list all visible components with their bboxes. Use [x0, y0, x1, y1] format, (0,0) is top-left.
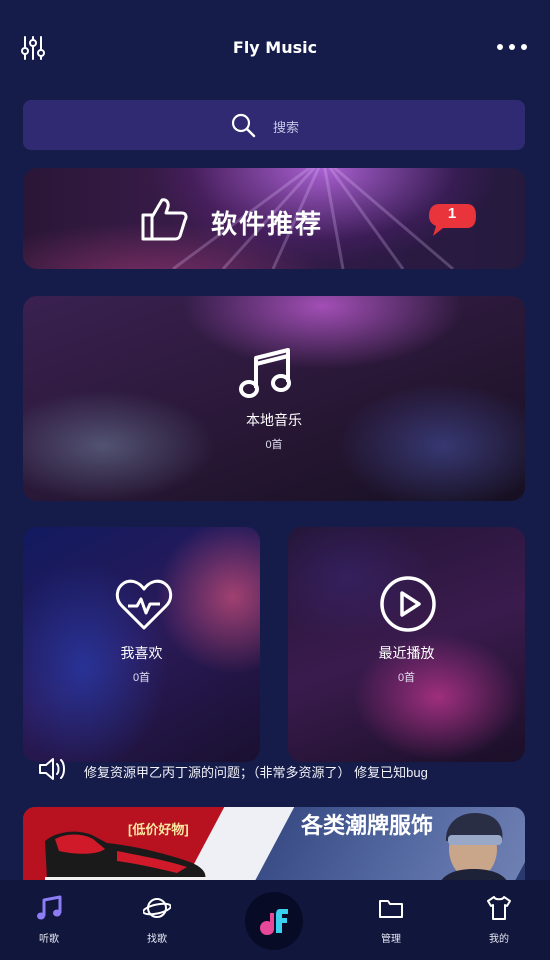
notice-marquee[interactable]: 修复资源甲乙丙丁源的问题；（非常多资源了） 修复已知bug: [0, 752, 550, 786]
heart-pulse-icon: [115, 579, 173, 630]
notice-text: 修复资源甲乙丙丁源的问题；（非常多资源了） 修复已知bug: [84, 765, 428, 780]
planet-icon: [143, 898, 171, 918]
tshirt-icon: [487, 896, 511, 920]
top-bar: Fly Music: [0, 0, 550, 96]
app-title: Fly Music: [232, 38, 318, 57]
ad-banner[interactable]: [低价好物] 各类潮牌服饰: [23, 807, 525, 887]
tab-manage[interactable]: 管理: [351, 880, 431, 960]
search-icon: [231, 113, 256, 138]
favorite-card[interactable]: 我喜欢 0首: [23, 527, 260, 762]
more-dots-icon[interactable]: [496, 42, 528, 52]
music-note-icon: [37, 895, 62, 920]
tab-find-label: 找歌: [147, 934, 167, 945]
speaker-icon: [39, 758, 65, 780]
software-recommend-banner[interactable]: 软件推荐 1: [23, 168, 525, 269]
tab-listen-label: 听歌: [39, 934, 59, 945]
tab-mine[interactable]: 我的: [459, 880, 539, 960]
music-note-icon: [239, 348, 291, 398]
banner-title: 软件推荐: [211, 210, 324, 240]
notification-badge-count: 1: [447, 205, 457, 222]
favorite-label: 我喜欢: [120, 645, 163, 661]
favorite-count: 0首: [132, 672, 151, 684]
tab-manage-label: 管理: [381, 934, 401, 945]
recent-play-count: 0首: [397, 672, 416, 684]
ad-tag: [低价好物]: [128, 822, 189, 837]
tab-find[interactable]: 找歌: [117, 880, 197, 960]
thumbs-up-icon: [141, 198, 188, 241]
center-logo-button[interactable]: [245, 892, 303, 950]
tab-listen[interactable]: 听歌: [9, 880, 89, 960]
tab-mine-label: 我的: [489, 934, 509, 945]
play-circle-icon: [380, 576, 436, 632]
local-music-label: 本地音乐: [246, 412, 302, 428]
model-portrait-image: [438, 813, 510, 887]
local-music-count: 0首: [265, 439, 283, 451]
search-placeholder: 搜索: [273, 120, 300, 135]
local-music-card[interactable]: 本地音乐 0首: [23, 296, 525, 501]
recent-play-label: 最近播放: [378, 645, 435, 661]
folder-icon: [379, 900, 403, 918]
search-bar[interactable]: 搜索: [23, 100, 525, 150]
app-logo-icon: [260, 909, 288, 935]
sneaker-image: [45, 831, 207, 885]
recent-play-card[interactable]: 最近播放 0首: [288, 527, 525, 762]
